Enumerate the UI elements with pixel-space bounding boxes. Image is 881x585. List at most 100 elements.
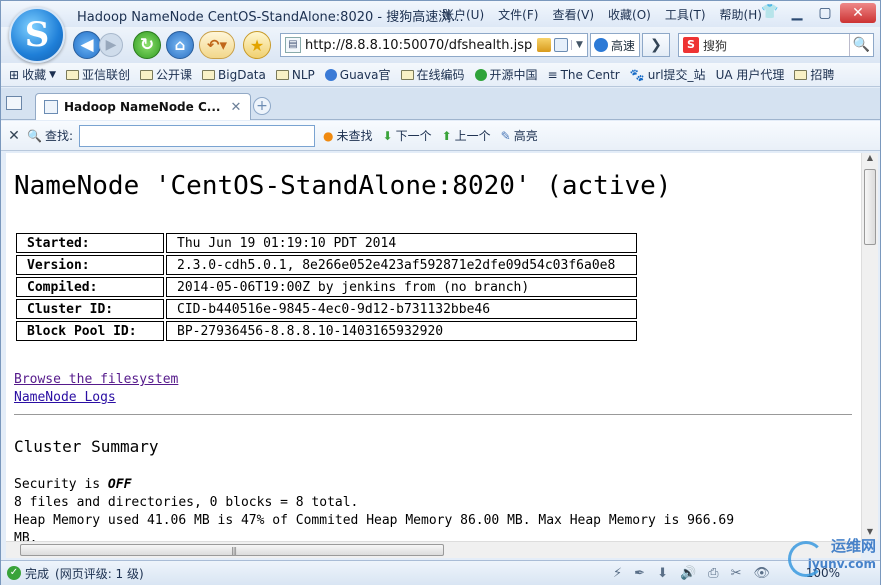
list-icon: ≡ [547, 67, 558, 82]
tab-namenode[interactable]: Hadoop NameNode C... ✕ [35, 93, 251, 120]
undo-close-tab-button[interactable]: ↶▾ [199, 31, 235, 59]
page-rating-link[interactable]: (网页评级: 1 级) [55, 565, 144, 582]
info-value: BP-27936456-8.8.8.10-1403165932920 [166, 321, 637, 341]
lightning-icon[interactable]: ⚡ [613, 566, 622, 581]
info-key: Started: [16, 233, 164, 253]
screenshot-icon[interactable]: ✂ [731, 566, 742, 581]
folder-icon [66, 69, 79, 80]
info-key: Cluster ID: [16, 299, 164, 319]
speaker-icon[interactable]: 🔊 [680, 566, 696, 581]
sidebar-toggle-icon[interactable] [6, 96, 22, 110]
close-find-icon[interactable]: ✕ [1, 128, 27, 144]
speed-icon [594, 38, 608, 52]
find-prev-button[interactable]: ⬆ 上一个 [442, 127, 491, 144]
bookmark-item[interactable]: ≡ The Centr [548, 68, 620, 82]
eye-icon[interactable]: 👁 [753, 566, 770, 581]
status-icons: ⚡ ✒ ⬇ 🔊 ⎙ ✂ 👁 [613, 566, 770, 581]
close-icon[interactable]: ✕ [228, 100, 244, 115]
oschina-icon [474, 68, 487, 81]
home-button[interactable]: ⌂ [166, 31, 194, 59]
horizontal-scroll-thumb[interactable]: ||| [20, 544, 444, 556]
feather-icon[interactable]: ✒ [634, 566, 645, 581]
paw-icon: 🐾 [629, 67, 645, 82]
security-icon[interactable] [554, 38, 568, 52]
table-row: Version: 2.3.0-cdh5.0.1, 8e266e052e423af5… [16, 255, 637, 275]
menu-account[interactable]: 账户(U) [442, 6, 484, 23]
menu-tools[interactable]: 工具(T) [665, 6, 706, 23]
security-line: Security is OFF [14, 477, 132, 492]
refresh-button[interactable]: ↻ [133, 31, 161, 59]
bookmark-item[interactable]: 招聘 [794, 66, 834, 83]
cluster-summary-heading: Cluster Summary [14, 437, 159, 456]
table-row: Block Pool ID: BP-27936456-8.8.8.10-14031… [16, 321, 637, 341]
bookmark-item[interactable]: 公开课 [140, 66, 192, 83]
chevron-down-icon: ▼ [49, 69, 56, 80]
browse-filesystem-link[interactable]: Browse the filesystem [14, 371, 178, 389]
divider [14, 414, 852, 415]
close-button[interactable]: ✕ [840, 3, 876, 23]
menu-favorites[interactable]: 收藏(O) [608, 6, 651, 23]
magnifier-icon: 🔍 [27, 128, 42, 143]
table-row: Compiled: 2014-05-06T19:00Z by jenkins fr… [16, 277, 637, 297]
speed-mode-button[interactable]: 高速 [590, 33, 640, 57]
bookmark-item[interactable]: 🐾 url提交_站 [630, 66, 706, 83]
navigation-bar: ◀ ▶ ↻ ⌂ ↶▾ ★ ▤ http://8.8.8.10:50070/dfs… [1, 27, 880, 63]
folder-icon [140, 69, 154, 80]
search-icon[interactable]: 🔍 [849, 34, 873, 56]
guava-icon [324, 68, 337, 81]
go-button[interactable]: ❯ [642, 33, 670, 57]
bookmarks-bar: ⊞ 收藏 ▼ 亚信联创 公开课 BigData NLP Guava官 在线编码 开源… [1, 63, 880, 87]
highlight-button[interactable]: ✎ 高亮 [501, 127, 538, 144]
bookmark-item[interactable]: 在线编码 [400, 66, 465, 83]
info-key: Version: [16, 255, 164, 275]
horizontal-scrollbar[interactable]: ||| [6, 541, 861, 558]
menu-file[interactable]: 文件(F) [498, 6, 538, 23]
forward-button[interactable]: ▶ [99, 33, 123, 57]
favorite-star-button[interactable]: ★ [243, 31, 271, 59]
page-content: NameNode 'CentOS-StandAlone:8020' (activ… [6, 153, 861, 541]
bookmark-item[interactable]: BigData [202, 68, 266, 82]
skin-icon[interactable]: 👕 [761, 4, 778, 20]
printer-icon[interactable]: ⎙ [708, 566, 718, 581]
vertical-scrollbar[interactable]: ▲ ▼ [861, 153, 878, 541]
menu-help[interactable]: 帮助(H) [720, 6, 762, 23]
find-input[interactable] [79, 124, 315, 147]
bookmark-item[interactable]: 开源中国 [474, 66, 538, 83]
window-title: Hadoop NameNode CentOS-StandAlone:8020 -… [77, 10, 464, 25]
bookmark-item[interactable]: 亚信联创 [66, 66, 130, 83]
address-bar[interactable]: ▤ http://8.8.8.10:50070/dfshealth.jsp ▼ [280, 33, 588, 57]
pen-icon: ✎ [500, 128, 511, 143]
sogou-logo-icon[interactable]: S [9, 7, 65, 63]
url-text[interactable]: http://8.8.8.10:50070/dfshealth.jsp [305, 38, 537, 53]
speed-label: 高速 [611, 38, 636, 53]
files-line: 8 files and directories, 0 blocks = 8 to… [14, 495, 359, 510]
orange-circle-icon: ● [323, 128, 334, 143]
status-text: 完成 [25, 566, 50, 581]
download-icon[interactable]: ⬇ [657, 566, 668, 581]
bookmark-item[interactable]: NLP [275, 68, 315, 82]
minimize-button[interactable]: ▁ [784, 3, 810, 23]
bookmark-favorites[interactable]: ⊞ 收藏 ▼ [9, 66, 56, 83]
plus-icon: ⊞ [9, 67, 20, 82]
new-tab-button[interactable]: + [253, 97, 271, 115]
address-dropdown-icon[interactable]: ▼ [571, 40, 587, 50]
browser-window: S Hadoop NameNode CentOS-StandAlone:8020… [0, 0, 881, 585]
back-button[interactable]: ◀ [73, 31, 101, 59]
tab-bar: Hadoop NameNode C... ✕ + [1, 88, 880, 120]
not-found-status: ● 未查找 [323, 128, 373, 144]
namenode-logs-link[interactable]: NameNode Logs [14, 389, 178, 407]
scroll-up-icon[interactable]: ▲ [862, 153, 878, 167]
heap-line: Heap Memory used 41.06 MB is 47% of Comm… [14, 513, 735, 528]
bookmark-item[interactable]: UA 用户代理 [716, 66, 785, 83]
menu-view[interactable]: 查看(V) [552, 6, 594, 23]
vertical-scroll-thumb[interactable] [864, 169, 876, 245]
search-box[interactable]: S 搜狗 🔍 [678, 33, 874, 57]
bookmark-item[interactable]: Guava官 [324, 66, 391, 83]
info-value: CID-b440516e-9845-4ec0-9d12-b731132bbe46 [166, 299, 637, 319]
maximize-button[interactable]: ▢ [812, 3, 838, 23]
watermark-logo: 运维网 iyunv.com [788, 537, 876, 581]
search-input[interactable]: 搜狗 [703, 37, 849, 54]
find-next-button[interactable]: ⬇ 下一个 [383, 127, 432, 144]
mode-switch-icon[interactable] [537, 38, 551, 52]
sogou-search-icon[interactable]: S [683, 37, 699, 53]
